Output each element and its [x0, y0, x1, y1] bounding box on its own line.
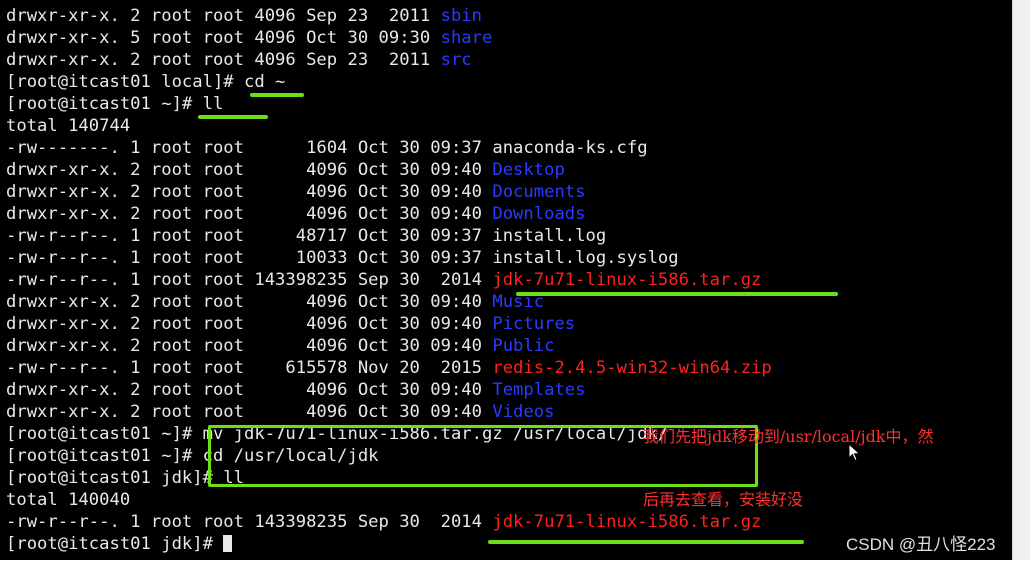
directory-name: sbin: [440, 6, 483, 26]
line-text: drwxr-xr-x. 2 root root 4096 Oct 30 09:4…: [6, 336, 493, 356]
file-name: install.log: [492, 226, 607, 246]
line-text: drwxr-xr-x. 2 root root 4096 Sep 23 2011: [6, 6, 441, 26]
shell-prompt-command: [root@itcast01 local]# cd ~: [6, 72, 286, 92]
line-text: drwxr-xr-x. 5 root root 4096 Oct 30 09:3…: [6, 28, 441, 48]
line-text: drwxr-xr-x. 2 root root 4096 Sep 23 2011: [6, 50, 441, 70]
annotation-line-1: 我们先把jdk移动到/usr/local/jdk中，然: [643, 427, 934, 446]
terminal-line: drwxr-xr-x. 2 root root 4096 Sep 23 2011…: [6, 5, 482, 27]
archive-file-name: jdk-7u71-linux-i586.tar.gz: [492, 270, 762, 290]
mouse-pointer-icon: [848, 443, 861, 462]
line-text: drwxr-xr-x. 2 root root 4096 Oct 30 09:4…: [6, 292, 493, 312]
annotation-line-2: 后再去查看，安装好没: [643, 490, 804, 509]
terminal-line: drwxr-xr-x. 2 root root 4096 Oct 30 09:4…: [6, 379, 586, 401]
terminal-line: -rw-------. 1 root root 1604 Oct 30 09:3…: [6, 137, 648, 159]
terminal-line: drwxr-xr-x. 2 root root 4096 Oct 30 09:4…: [6, 159, 565, 181]
line-text: drwxr-xr-x. 2 root root 4096 Oct 30 09:4…: [6, 160, 493, 180]
directory-name: share: [440, 28, 493, 48]
line-text: -rw-r--r--. 1 root root 10033 Oct 30 09:…: [6, 248, 493, 268]
directory-name: src: [440, 50, 472, 70]
annotation-note: 我们先把jdk移动到/usr/local/jdk中，然 后再去查看，安装好没: [643, 384, 1030, 531]
terminal-line: [root@itcast01 jdk]#: [6, 533, 233, 555]
line-text: drwxr-xr-x. 2 root root 4096 Oct 30 09:4…: [6, 204, 493, 224]
terminal-line: -rw-r--r--. 1 root root 615578 Nov 20 20…: [6, 357, 772, 379]
terminal-line: total 140040: [6, 489, 130, 511]
directory-name: Pictures: [492, 314, 576, 334]
directory-name: Templates: [492, 380, 586, 400]
file-name: install.log.syslog: [492, 248, 679, 268]
terminal-line: [root@itcast01 local]# cd ~: [6, 71, 285, 93]
line-text: -rw-r--r--. 1 root root 143398235 Sep 30…: [6, 512, 493, 532]
terminal-line: total 140744: [6, 115, 130, 137]
line-text: total 140040: [6, 490, 131, 510]
line-text: drwxr-xr-x. 2 root root 4096 Oct 30 09:4…: [6, 380, 493, 400]
terminal-line: -rw-r--r--. 1 root root 10033 Oct 30 09:…: [6, 247, 679, 269]
terminal-line: [root@itcast01 ~]# ll: [6, 93, 223, 115]
highlight-underline-jdk-archive: [516, 292, 838, 296]
line-text: -rw-r--r--. 1 root root 615578 Nov 20 20…: [6, 358, 493, 378]
highlight-underline-cd: [250, 93, 304, 97]
archive-file-name: redis-2.4.5-win32-win64.zip: [492, 358, 772, 378]
directory-name: Videos: [492, 402, 555, 422]
terminal-line: -rw-r--r--. 1 root root 48717 Oct 30 09:…: [6, 225, 606, 247]
terminal-line: drwxr-xr-x. 2 root root 4096 Oct 30 09:4…: [6, 313, 575, 335]
directory-name: Documents: [492, 182, 586, 202]
line-text: -rw-r--r--. 1 root root 143398235 Sep 30…: [6, 270, 493, 290]
shell-prompt-command: [root@itcast01 jdk]#: [6, 534, 224, 554]
terminal-line: drwxr-xr-x. 2 root root 4096 Oct 30 09:4…: [6, 291, 544, 313]
highlight-underline-moved-archive: [488, 540, 804, 544]
line-text: -rw-------. 1 root root 1604 Oct 30 09:3…: [6, 138, 493, 158]
line-text: drwxr-xr-x. 2 root root 4096 Oct 30 09:4…: [6, 314, 493, 334]
terminal-line: drwxr-xr-x. 2 root root 4096 Oct 30 09:4…: [6, 401, 554, 423]
line-text: drwxr-xr-x. 2 root root 4096 Oct 30 09:4…: [6, 402, 493, 422]
shell-prompt-command: [root@itcast01 ~]# ll: [6, 94, 224, 114]
line-text: total 140744: [6, 116, 131, 136]
directory-name: Desktop: [492, 160, 565, 180]
file-name: anaconda-ks.cfg: [492, 138, 648, 158]
terminal-line: drwxr-xr-x. 2 root root 4096 Oct 30 09:4…: [6, 203, 586, 225]
terminal-line: drwxr-xr-x. 5 root root 4096 Oct 30 09:3…: [6, 27, 492, 49]
line-text: -rw-r--r--. 1 root root 48717 Oct 30 09:…: [6, 226, 493, 246]
terminal-line: drwxr-xr-x. 2 root root 4096 Oct 30 09:4…: [6, 335, 554, 357]
directory-name: Public: [492, 336, 555, 356]
terminal-line: drwxr-xr-x. 2 root root 4096 Sep 23 2011…: [6, 49, 472, 71]
terminal-line: -rw-r--r--. 1 root root 143398235 Sep 30…: [6, 269, 761, 291]
highlight-underline-ll: [198, 115, 268, 119]
text-cursor: [223, 535, 233, 552]
line-text: drwxr-xr-x. 2 root root 4096 Oct 30 09:4…: [6, 182, 493, 202]
terminal-line: drwxr-xr-x. 2 root root 4096 Oct 30 09:4…: [6, 181, 586, 203]
directory-name: Downloads: [492, 204, 586, 224]
csdn-watermark: CSDN @丑八怪223: [846, 535, 996, 554]
